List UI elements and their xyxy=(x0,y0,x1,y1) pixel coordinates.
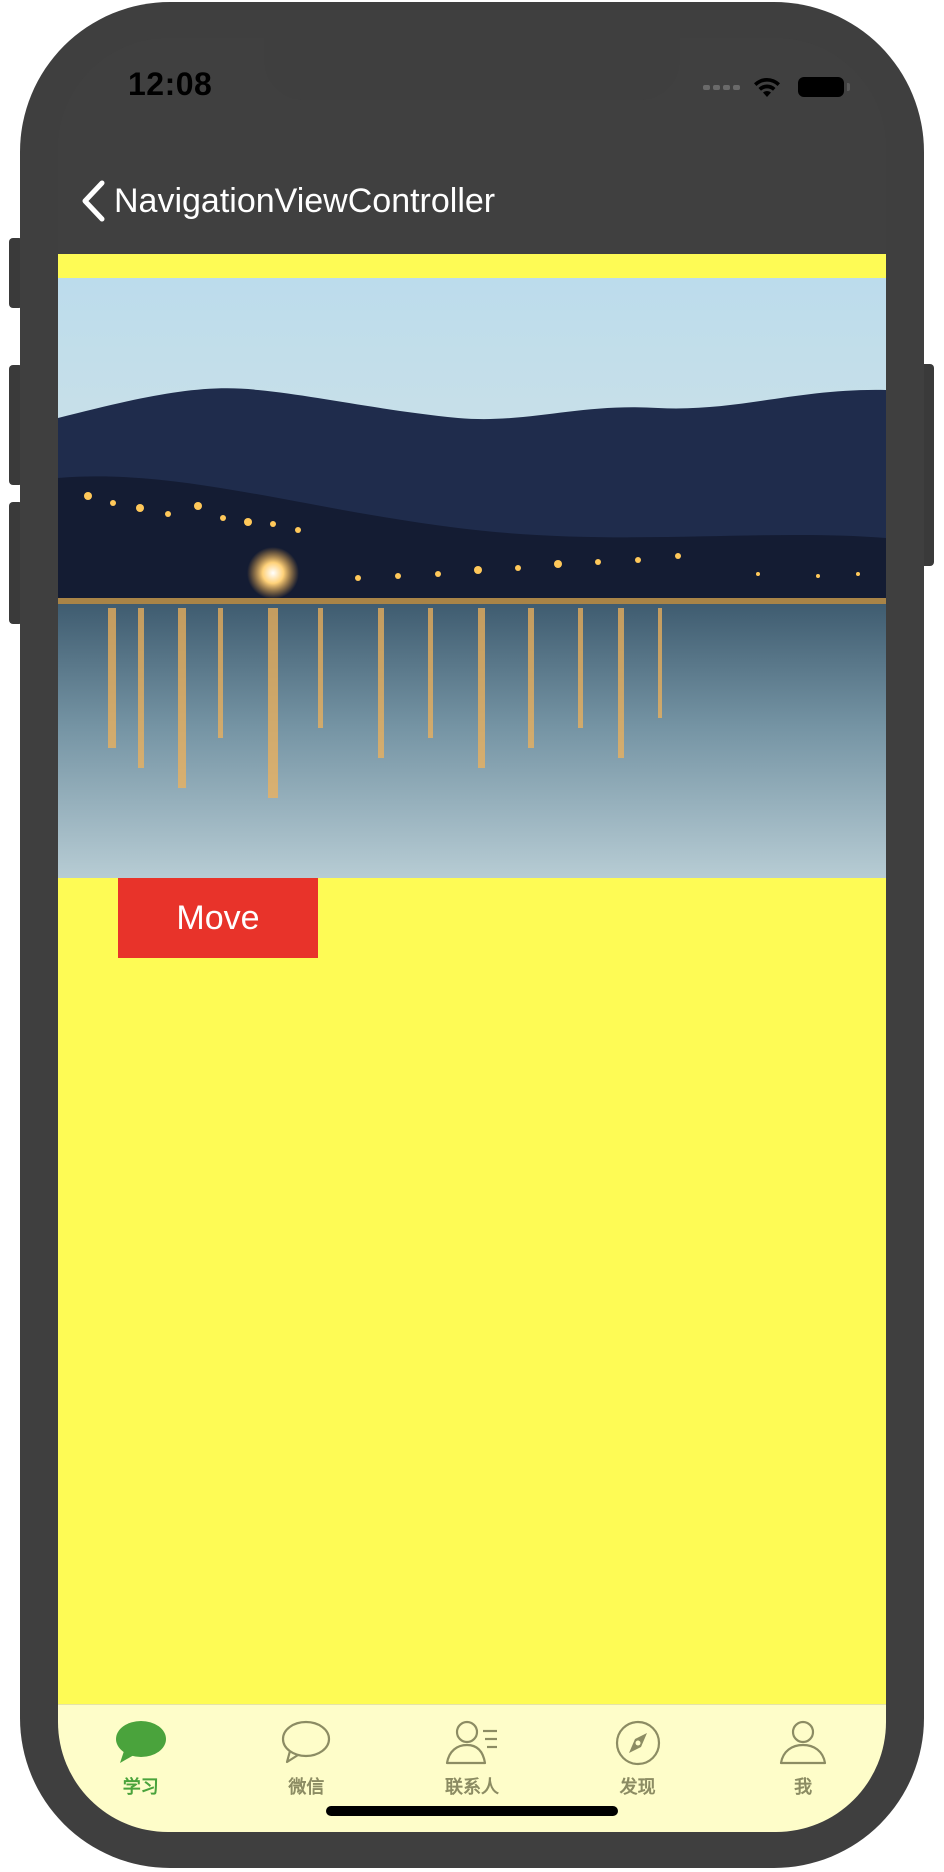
compass-icon xyxy=(615,1720,660,1766)
chevron-left-icon xyxy=(82,180,105,222)
chat-bubble-outline-icon xyxy=(282,1720,331,1764)
content-area: Move xyxy=(58,254,886,1704)
tab-label-study: 学习 xyxy=(122,1777,159,1797)
home-indicator[interactable] xyxy=(326,1806,618,1816)
tab-label-discover: 发现 xyxy=(619,1777,656,1797)
chat-bubble-filled-icon xyxy=(115,1721,166,1763)
notch xyxy=(264,38,680,100)
nav-title: NavigationViewController xyxy=(114,181,496,220)
tab-label-me: 我 xyxy=(794,1777,813,1797)
navigation-bar: NavigationViewController xyxy=(58,148,886,254)
status-time: 12:08 xyxy=(128,66,213,102)
wifi-icon xyxy=(754,77,780,97)
tab-label-wechat: 微信 xyxy=(288,1777,325,1797)
contacts-icon xyxy=(445,1720,497,1765)
cellular-signal-icon xyxy=(703,84,740,90)
person-icon xyxy=(780,1720,827,1765)
tab-me[interactable]: 我 xyxy=(720,1705,886,1832)
tab-label-contacts: 联系人 xyxy=(444,1777,499,1797)
battery-icon xyxy=(798,77,850,97)
back-button[interactable]: NavigationViewController xyxy=(80,176,495,226)
move-button[interactable]: Move xyxy=(118,878,318,958)
status-icons xyxy=(703,72,850,102)
tab-study[interactable]: 学习 xyxy=(58,1705,224,1832)
lake-night-photo xyxy=(58,278,886,878)
phone-screen: 12:08 NavigationViewController Move 学习 微… xyxy=(58,38,886,1832)
